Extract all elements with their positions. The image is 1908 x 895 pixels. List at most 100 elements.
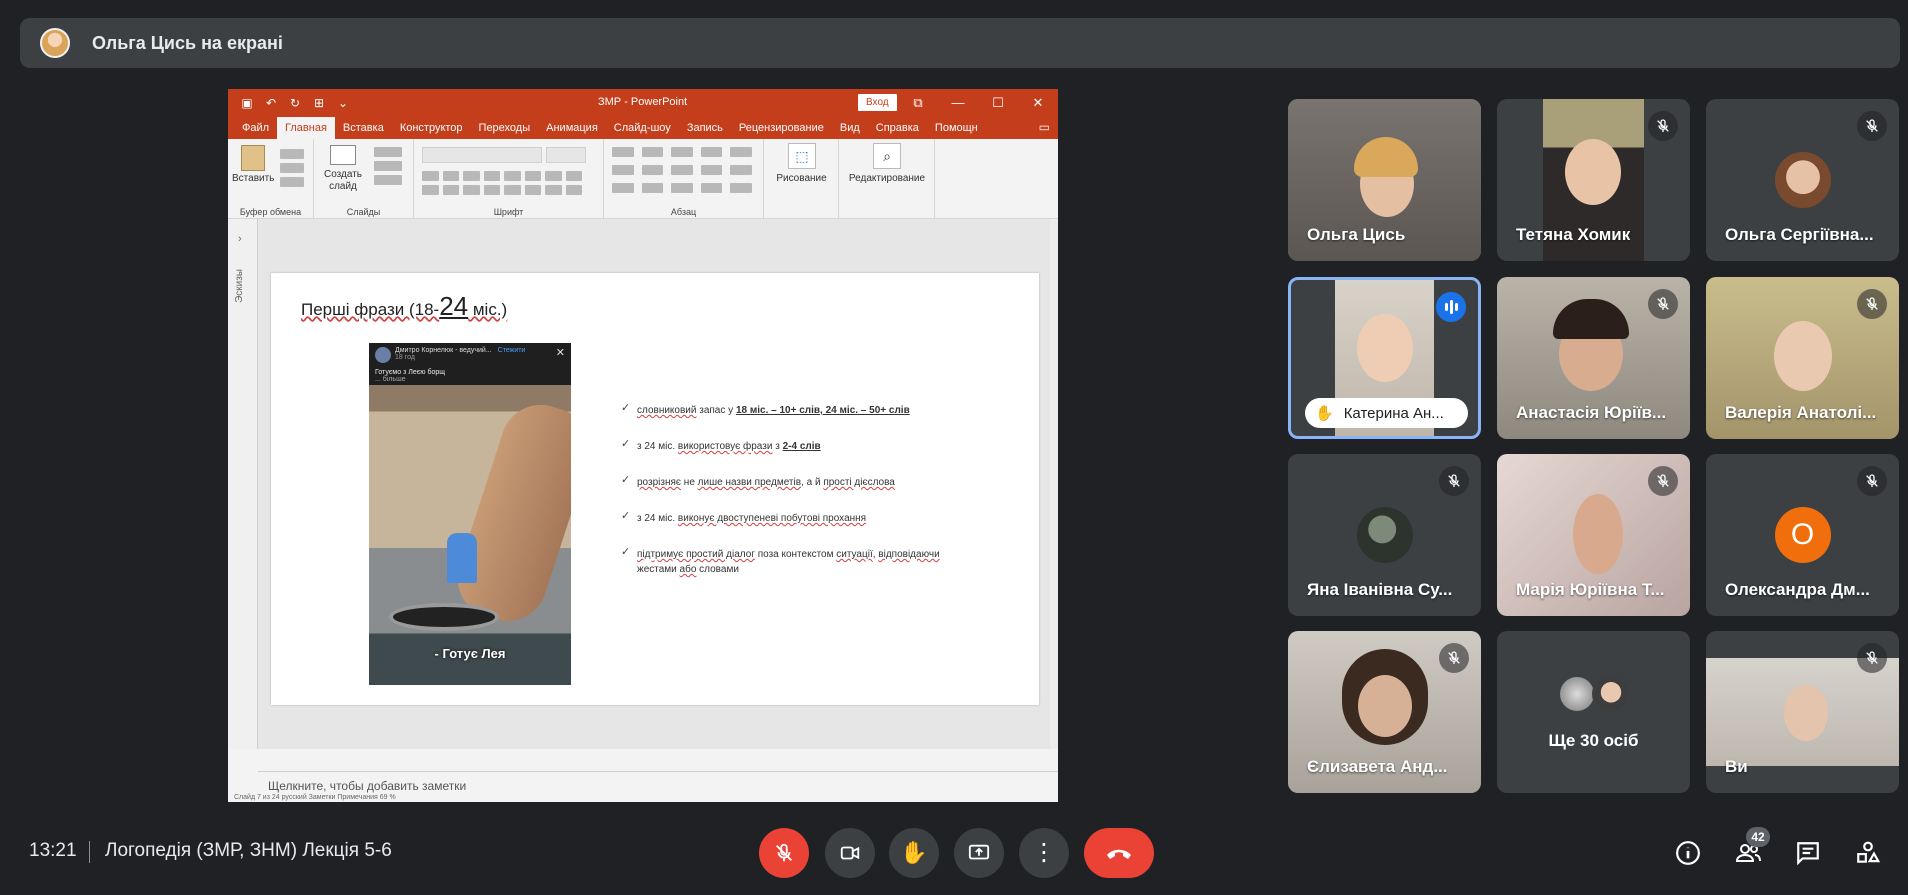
save-icon[interactable]: ▣ [240,96,254,110]
participant-tile[interactable]: О Олександра Дм... [1706,454,1899,616]
participant-tile[interactable]: Ольга Сергіївна... [1706,99,1899,261]
group-label-font: Шрифт [493,207,524,217]
participant-name: Ольга Сергіївна... [1725,225,1874,244]
divider [89,841,90,863]
slide-title: Перші фрази (18-24 міс.) [301,291,507,322]
participant-initial: О [1790,518,1815,551]
ribbon-group-slides: Создать слайд Слайды [314,139,414,219]
paste-icon [241,145,265,171]
ppt-menu: Файл Главная Вставка Конструктор Переход… [228,116,1058,139]
more-participants-avatars [1557,675,1630,713]
font-name-select[interactable] [422,147,542,163]
font-size-select[interactable] [546,147,586,163]
meeting-details-button[interactable] [1668,833,1708,873]
activities-icon [1857,841,1881,863]
mic-off-icon [1648,466,1678,496]
bullet-text: з 24 міс. [637,441,678,452]
participant-tile[interactable]: Тетяна Хомик [1497,99,1690,261]
ribbon-group-paragraph: Абзац [604,139,764,219]
editing-button[interactable]: Редактирование [839,173,935,185]
thumbnails-panel[interactable]: › Эскизы [228,219,258,749]
shared-screen[interactable]: ▣ ↶ ↻ ⊞ ⌄ ЗМР - PowerPoint Вход ⧉ — ☐ ✕ … [228,89,1058,802]
people-button[interactable]: 42 [1728,827,1770,873]
raise-hand-button[interactable]: ✋ [889,828,939,878]
participant-name: Єлизавета Анд... [1307,757,1448,776]
menu-tab-animations[interactable]: Анимация [538,122,606,139]
comments-icon[interactable]: ▭ [1039,120,1050,134]
bullet-item: з 24 міс. використовує фрази з 2-4 слів [621,437,981,454]
group-label-slides: Слайды [346,207,381,217]
raised-hand-chip: ✋ Катерина Ан... [1305,398,1468,428]
participant-avatar [1591,675,1630,713]
customize-qat-icon[interactable]: ⌄ [336,96,350,110]
menu-tab-insert[interactable]: Вставка [335,122,392,139]
menu-tab-design[interactable]: Конструктор [392,122,471,139]
self-name: Ви [1725,757,1748,776]
bullet-text: запас у [696,405,736,416]
slide-title-suffix: міс.) [468,300,508,319]
bullet-text: або [679,564,697,575]
bullet-text: поза контекстом [754,549,837,560]
video-caption: Готуємо з Леєю борщ ... більше [375,369,445,383]
participant-tile-active[interactable]: ✋ Катерина Ан... [1288,277,1481,439]
self-tile[interactable]: Ви [1706,631,1899,793]
menu-tab-review[interactable]: Рецензирование [731,122,832,139]
redo-icon[interactable]: ↻ [288,96,302,110]
ppt-login-button[interactable]: Вход [858,94,897,111]
participant-tile[interactable]: Єлизавета Анд... [1288,631,1481,793]
participant-tile[interactable]: Марія Юріївна Т... [1497,454,1690,616]
menu-tab-file[interactable]: Файл [234,122,277,139]
video-pan [389,603,499,631]
leave-call-button[interactable] [1084,828,1154,878]
menu-tab-transitions[interactable]: Переходы [471,122,539,139]
minimize-icon[interactable]: — [938,89,978,116]
participant-tile[interactable]: Анастасія Юріїв... [1497,277,1690,439]
participant-tile[interactable]: Яна Іванівна Су... [1288,454,1481,616]
mic-off-icon [1439,643,1469,673]
new-slide-button[interactable]: Создать слайд [318,145,368,193]
undo-icon[interactable]: ↶ [264,96,278,110]
present-icon[interactable]: ⊞ [312,96,326,110]
slide-scrollbar[interactable] [1050,219,1058,749]
drawing-button[interactable]: Рисование [764,173,839,185]
bullet-item: розрізняє не лише назви предметів, а й п… [621,473,981,490]
activities-button[interactable] [1848,833,1888,873]
participant-tile[interactable]: Валерія Анатолі... [1706,277,1899,439]
raised-hand-icon: ✋ [1315,405,1334,422]
mic-toggle-button[interactable] [759,828,809,878]
ppt-doc-title: ЗМР - PowerPoint [598,96,688,108]
menu-tab-view[interactable]: Вид [832,122,868,139]
menu-tab-record[interactable]: Запись [679,122,731,139]
chat-button[interactable] [1788,833,1828,873]
participant-initial-avatar: О [1774,507,1831,563]
bullet-text: не [681,477,698,488]
bullet-text: з [772,441,783,452]
ribbon-group-font: Шрифт [414,139,604,219]
paste-label: Вставить [232,173,275,184]
menu-tab-home[interactable]: Главная [277,117,335,139]
maximize-icon[interactable]: ☐ [978,89,1018,116]
paste-button[interactable]: Вставить [232,145,274,185]
participant-tile[interactable]: Ольга Цись [1288,99,1481,261]
ribbon-group-editing: ⌕ Редактирование [839,139,935,219]
close-icon[interactable]: ✕ [1018,89,1058,116]
bullet-text: підтримує простий діалог [637,549,755,560]
expand-thumbnails-icon[interactable]: › [238,233,242,245]
bullet-text: розрізняє [637,477,682,488]
camera-toggle-button[interactable] [825,828,875,878]
more-participants-tile[interactable]: Ще 30 осіб [1497,631,1690,793]
present-screen-button[interactable] [954,828,1004,878]
info-icon [1676,841,1700,865]
embedded-video-screenshot: Дмитро Корнелюк - ведучий... Стежити 18 … [369,343,571,685]
menu-tab-slideshow[interactable]: Слайд-шоу [606,122,679,139]
menu-tab-assistant[interactable]: Помощн [927,122,986,139]
more-options-button[interactable]: ⋮ [1019,828,1069,878]
slide-canvas[interactable]: Перші фрази (18-24 міс.) Дмитро Корнелюк… [271,273,1039,705]
clipboard-tools [280,149,304,187]
slide-title-number: 24 [439,291,469,321]
participant-avatar [1774,152,1831,208]
menu-tab-help[interactable]: Справка [868,122,927,139]
paragraph-tools [612,147,752,193]
ribbon-display-icon[interactable]: ⧉ [898,89,938,116]
mic-off-icon [776,843,792,862]
